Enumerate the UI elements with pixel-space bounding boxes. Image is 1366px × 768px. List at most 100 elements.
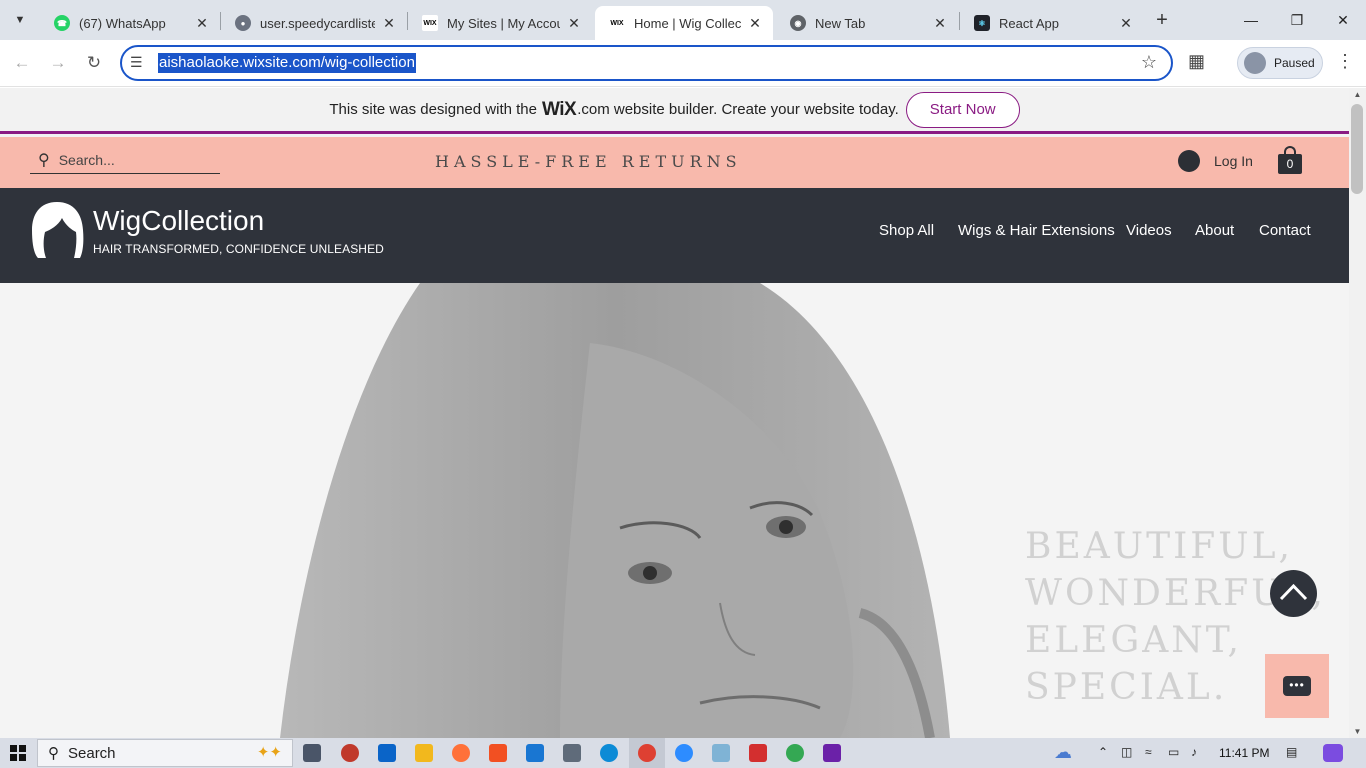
wix-banner-text-after: .com website builder. Create your websit… bbox=[577, 101, 899, 118]
forward-button[interactable]: → bbox=[46, 51, 70, 75]
bookmark-star-icon[interactable]: ☆ bbox=[1141, 52, 1157, 73]
firefox-icon[interactable] bbox=[452, 744, 470, 762]
wifi-icon[interactable]: ≈ bbox=[1145, 745, 1152, 759]
meet-icon[interactable]: ◫ bbox=[1121, 745, 1132, 759]
profile-button[interactable]: Paused bbox=[1237, 47, 1323, 79]
user-icon bbox=[1178, 150, 1200, 172]
wix-logo: WiX bbox=[541, 98, 577, 120]
whatsapp-icon: ☎ bbox=[54, 15, 70, 31]
globe-icon: ● bbox=[235, 15, 251, 31]
outlook-icon[interactable] bbox=[378, 744, 396, 762]
scroll-down-icon[interactable]: ▼ bbox=[1349, 727, 1366, 736]
edge-icon[interactable] bbox=[600, 744, 618, 762]
volume-icon[interactable]: ♪ bbox=[1191, 745, 1197, 759]
restore-button[interactable]: ❐ bbox=[1282, 8, 1312, 32]
chrome-icon[interactable] bbox=[638, 744, 656, 762]
battery-icon[interactable]: ▭ bbox=[1168, 745, 1179, 759]
cart-button[interactable]: 0 bbox=[1278, 146, 1302, 174]
store-icon[interactable] bbox=[489, 744, 507, 762]
acrobat-icon[interactable] bbox=[749, 744, 767, 762]
wig-logo-icon[interactable] bbox=[30, 200, 84, 260]
nav-about[interactable]: About bbox=[1195, 222, 1234, 239]
wix-ad-banner: This site was designed with the WiX .com… bbox=[0, 88, 1349, 134]
new-tab-button[interactable]: + bbox=[1151, 9, 1173, 31]
file-explorer-icon[interactable] bbox=[415, 744, 433, 762]
arrow-left-icon: ← bbox=[13, 53, 31, 72]
back-button[interactable]: ← bbox=[10, 51, 34, 75]
chevron-up-icon bbox=[1279, 583, 1308, 601]
reload-icon: ↻ bbox=[86, 53, 102, 72]
chrome-profile-icon[interactable] bbox=[786, 744, 804, 762]
extensions-icon[interactable]: ▦ bbox=[1188, 51, 1205, 72]
search-icon: ⚲ bbox=[38, 152, 50, 169]
windows-taskbar: ⚲ Search ✦✦ ☁ ⌃ ◫ ≈ ▭ ♪ 11:41 PM ▤ bbox=[0, 738, 1366, 768]
site-search[interactable]: ⚲ Search... bbox=[30, 147, 220, 174]
notifications-icon[interactable]: ▤ bbox=[1286, 745, 1297, 759]
page-viewport: This site was designed with the WiX .com… bbox=[0, 88, 1349, 738]
minimize-icon: — bbox=[1244, 12, 1258, 28]
tab-new-tab[interactable]: ◉ New Tab ✕ bbox=[776, 6, 958, 40]
taskbar-search[interactable]: ⚲ Search ✦✦ bbox=[37, 739, 293, 767]
page-scrollbar[interactable]: ▲ ▼ bbox=[1349, 88, 1366, 738]
more-menu-icon[interactable]: ⋮ bbox=[1336, 51, 1354, 72]
chevron-up-icon[interactable]: ⌃ bbox=[1098, 745, 1108, 759]
windows-start-icon[interactable] bbox=[10, 745, 26, 761]
url-text[interactable]: aishaolaoke.wixsite.com/wig-collection bbox=[158, 53, 416, 73]
tab-speedycardlister[interactable]: ● user.speedycardlister ✕ bbox=[221, 6, 407, 40]
search-input[interactable]: Search... bbox=[59, 152, 115, 168]
app-icon[interactable] bbox=[823, 744, 841, 762]
tab-strip: ▼ ☎ (67) WhatsApp ✕ ● user.speedycardlis… bbox=[0, 0, 1366, 40]
site-info-icon[interactable]: ☰ bbox=[130, 54, 143, 71]
restore-icon: ❐ bbox=[1290, 12, 1304, 28]
close-icon[interactable]: ✕ bbox=[1118, 15, 1134, 32]
minimize-button[interactable]: — bbox=[1236, 8, 1266, 32]
weather-icon[interactable]: ☁ bbox=[1054, 742, 1072, 763]
chat-dots-icon: ••• bbox=[1289, 678, 1305, 692]
scrollbar-thumb[interactable] bbox=[1351, 104, 1363, 194]
back-to-top-button[interactable] bbox=[1270, 570, 1317, 617]
close-icon[interactable]: ✕ bbox=[194, 15, 210, 32]
browser-toolbar: ← → ↻ ☰ aishaolaoke.wixsite.com/wig-coll… bbox=[0, 40, 1366, 87]
close-icon[interactable]: ✕ bbox=[932, 15, 948, 32]
mail-icon[interactable] bbox=[526, 744, 544, 762]
close-icon[interactable]: ✕ bbox=[381, 15, 397, 32]
close-icon: ✕ bbox=[1337, 12, 1349, 28]
promo-slogan: HASSLE-FREE RETURNS bbox=[435, 152, 742, 171]
start-now-button[interactable]: Start Now bbox=[905, 91, 1020, 128]
task-view-icon[interactable] bbox=[303, 744, 321, 762]
tab-search-button[interactable]: ▼ bbox=[6, 7, 34, 33]
paint-icon[interactable] bbox=[341, 744, 359, 762]
calculator-icon[interactable] bbox=[563, 744, 581, 762]
cart-count: 0 bbox=[1286, 157, 1294, 171]
notepad-icon[interactable] bbox=[712, 744, 730, 762]
nav-contact[interactable]: Contact bbox=[1259, 222, 1311, 239]
chat-button[interactable]: ••• bbox=[1265, 654, 1329, 718]
login-label: Log In bbox=[1214, 153, 1253, 169]
clock[interactable]: 11:41 PM bbox=[1219, 746, 1269, 760]
wix-icon: WIX bbox=[609, 15, 625, 31]
login-button[interactable]: Log In bbox=[1178, 150, 1253, 172]
tab-home-wig-collection[interactable]: WIX Home | Wig Collectio ✕ bbox=[595, 6, 773, 40]
tab-whatsapp[interactable]: ☎ (67) WhatsApp ✕ bbox=[40, 6, 220, 40]
nav-shop-all[interactable]: Shop All bbox=[879, 222, 934, 239]
close-icon[interactable]: ✕ bbox=[566, 15, 582, 32]
address-bar[interactable]: ☰ aishaolaoke.wixsite.com/wig-collection… bbox=[120, 45, 1173, 81]
reload-button[interactable]: ↻ bbox=[82, 51, 106, 75]
brand-name[interactable]: WigCollection bbox=[93, 205, 264, 237]
nav-wigs-hair-extensions[interactable]: Wigs & Hair Extensions bbox=[958, 222, 1115, 239]
tab-my-sites[interactable]: WIX My Sites | My Accoun ✕ bbox=[408, 6, 592, 40]
hero-section: BEAUTIFUL, WONDERFUL, ELEGANT, SPECIAL. bbox=[0, 283, 1349, 738]
zoom-icon[interactable] bbox=[675, 744, 693, 762]
chevron-down-icon: ▼ bbox=[14, 14, 26, 26]
scroll-up-icon[interactable]: ▲ bbox=[1349, 90, 1366, 99]
copilot-icon[interactable] bbox=[1323, 744, 1343, 762]
hero-line-1: BEAUTIFUL, bbox=[1025, 526, 1293, 567]
close-icon[interactable]: ✕ bbox=[747, 15, 763, 32]
taskbar-search-label: Search bbox=[68, 744, 116, 762]
tab-react-app[interactable]: ⚛ React App ✕ bbox=[960, 6, 1144, 40]
nav-videos[interactable]: Videos bbox=[1126, 222, 1172, 239]
arrow-right-icon: → bbox=[49, 53, 67, 72]
close-window-button[interactable]: ✕ bbox=[1328, 8, 1358, 32]
promo-bar: ⚲ Search... HASSLE-FREE RETURNS Log In 0 bbox=[0, 137, 1349, 188]
site-header: WigCollection HAIR TRANSFORMED, CONFIDEN… bbox=[0, 188, 1349, 283]
